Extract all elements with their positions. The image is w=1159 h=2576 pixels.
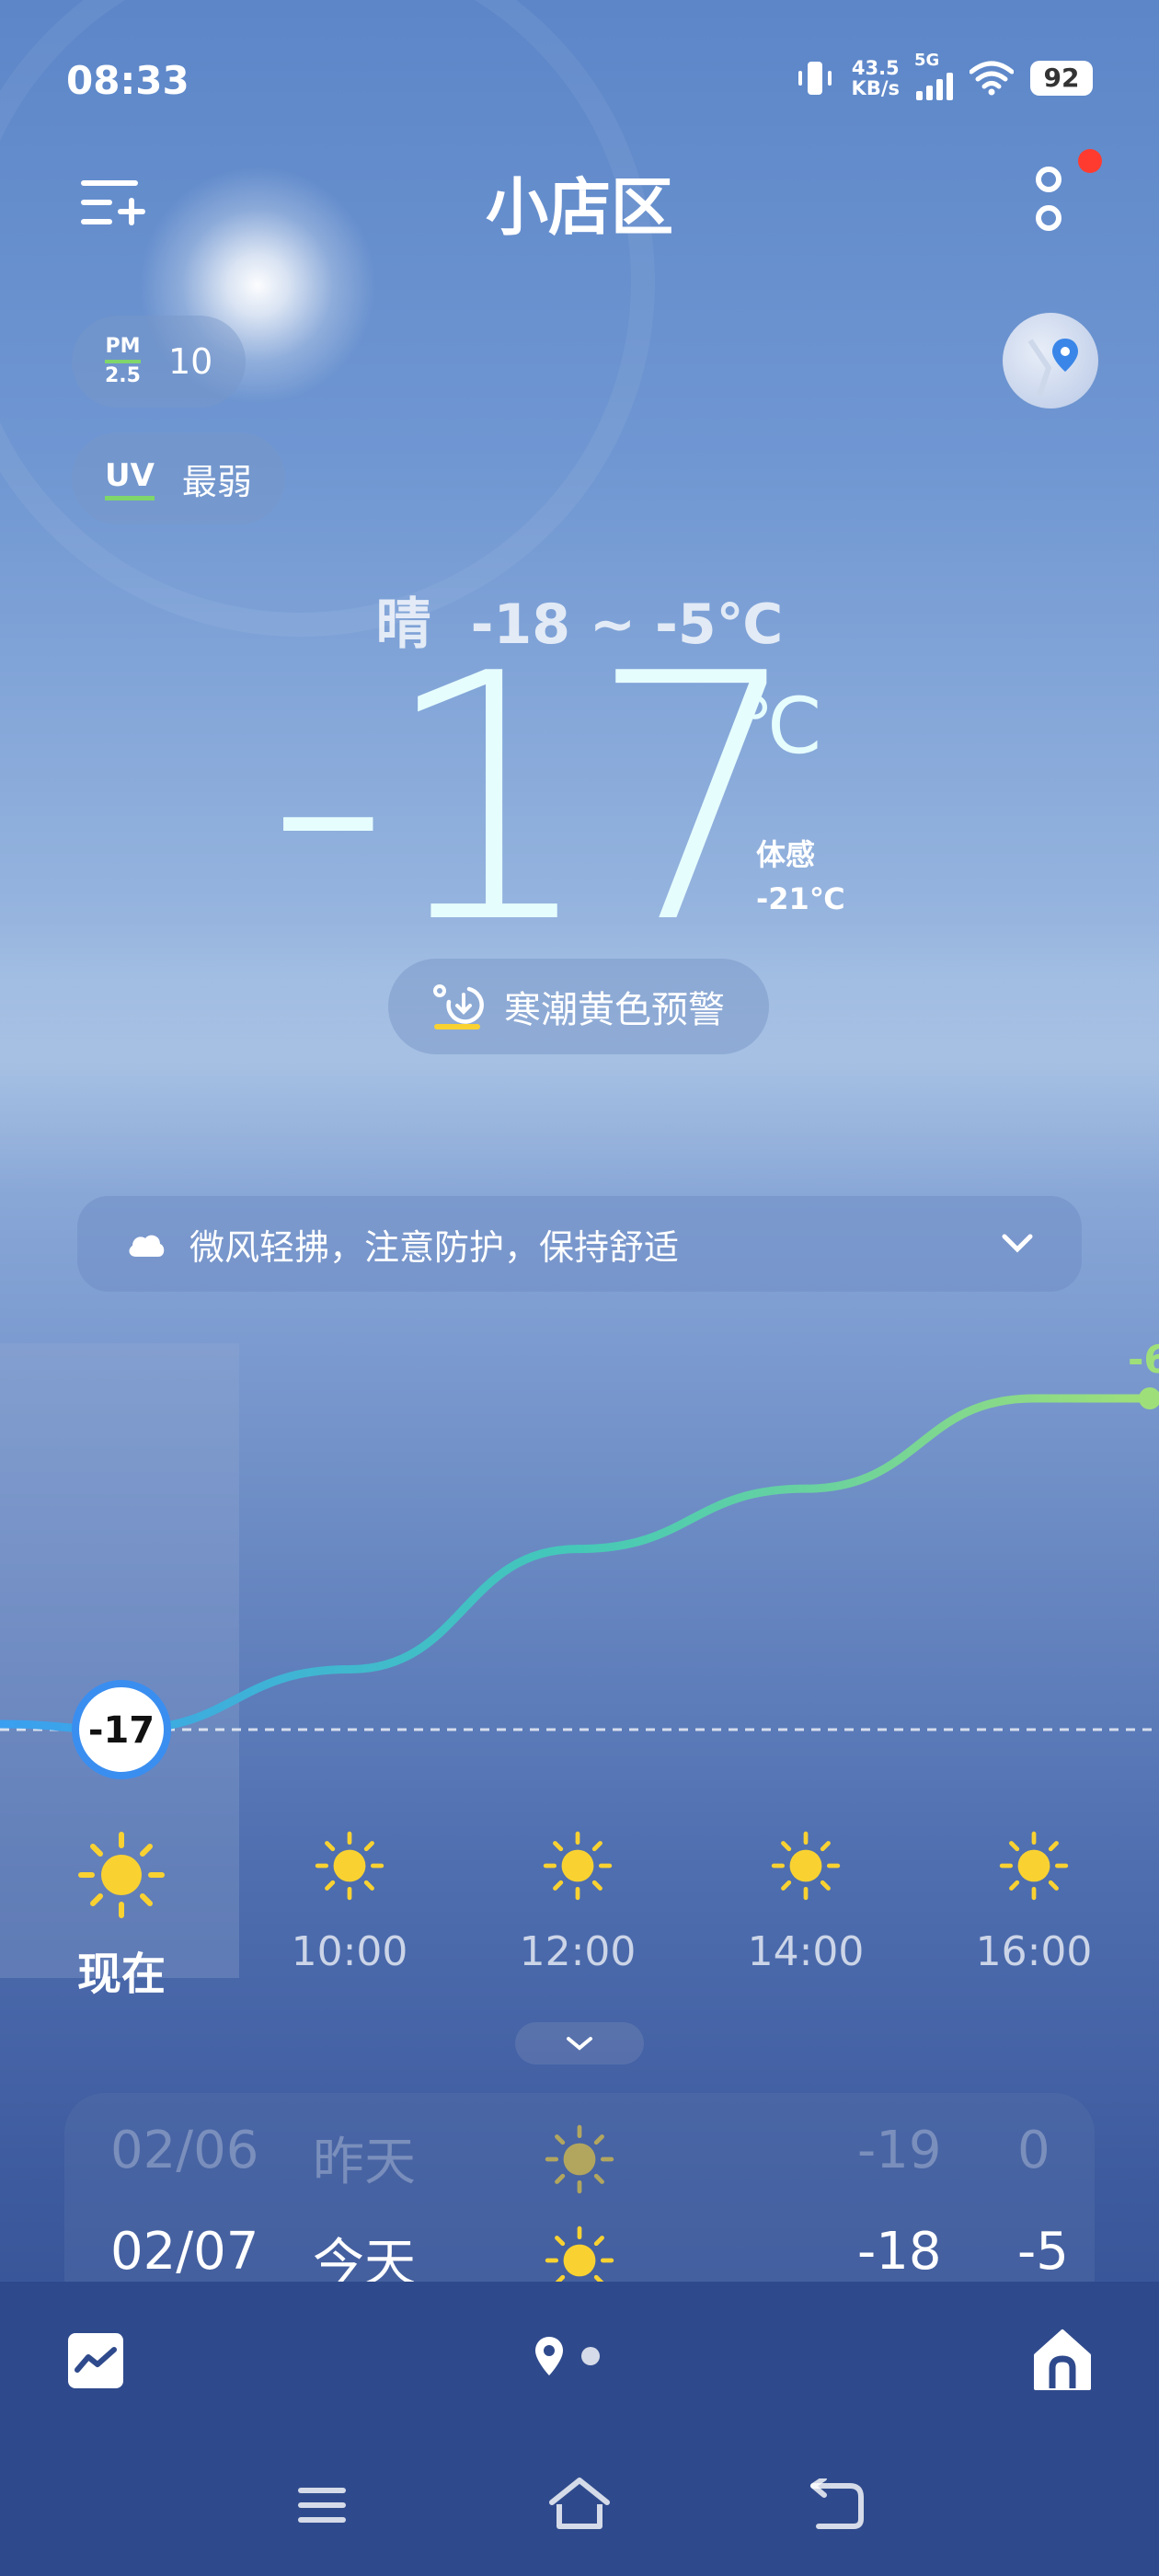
sun-icon [78,1832,165,1918]
tip-text: 微风轻拂，注意防护，保持舒适 [189,1226,680,1268]
hour-item[interactable]: 10:00 [258,1831,442,1975]
nav-back-button[interactable] [809,2476,866,2534]
signal-group: 5G [914,51,953,100]
sun-icon [543,1831,613,1901]
hourly-temp-chart: -17 -6 [0,1343,1159,1779]
trend-chart-icon [68,2333,123,2388]
location-pin-icon [1027,339,1078,397]
vibrate-icon [798,62,832,95]
uv-label: UV [105,457,155,500]
temp-unit: ℃ [736,681,823,771]
daily-high: -5 [1017,2222,1069,2282]
net-speed: 43.5 KB/s [852,58,900,98]
status-bar: 08:33 43.5 KB/s 5G 92 [66,51,1093,106]
pm25-label: PM 2.5 [105,336,141,387]
chart-point-end [1139,1387,1159,1409]
warning-badge[interactable]: 寒潮黄色预警 [388,959,769,1054]
feels-like-value: -21℃ [756,881,845,916]
sun-icon [771,1831,841,1901]
network-type: 5G [914,51,940,70]
edge-temp-label: -6 [1128,1343,1159,1382]
location-pin-icon [535,2337,563,2375]
home-card-button[interactable] [1032,2328,1093,2396]
daily-high: 0 [1017,2121,1050,2180]
trend-button[interactable] [66,2331,125,2394]
daily-low: -18 [857,2222,942,2282]
bottom-toolbar [0,2328,1159,2401]
map-button[interactable] [1003,313,1098,408]
hour-label: 16:00 [975,1928,1093,1975]
hour-label: 现在 [76,1949,166,2000]
cloud-icon [129,1235,165,1257]
daily-icon [545,2225,614,2286]
uv-value: 最弱 [181,461,252,502]
feels-like-label: 体感 [756,837,816,872]
daily-date: 02/07 [110,2222,259,2282]
wifi-icon [970,61,1014,96]
nav-home-button[interactable] [548,2477,611,2536]
hour-item[interactable]: 14:00 [714,1831,898,1975]
back-icon [810,2476,864,2529]
temp-line [0,1394,1154,1734]
daily-low: -19 [857,2121,942,2180]
page-dot [581,2347,600,2365]
battery-indicator: 92 [1030,61,1093,96]
daily-icon [545,2124,614,2207]
daily-row-yesterday[interactable]: 02/06 昨天 -19 0 [64,2102,1095,2203]
hour-label: 14:00 [747,1928,865,1975]
home-icon [1034,2329,1091,2390]
daily-date: 02/06 [110,2121,259,2180]
hour-label: 12:00 [519,1928,637,1975]
expand-forecast-button[interactable] [515,2022,644,2064]
warning-text: 寒潮黄色预警 [504,989,725,1031]
net-speed-unit: KB/s [851,77,900,99]
hour-item[interactable]: 16:00 [942,1831,1126,1975]
cold-wave-icon [433,984,484,1029]
sun-icon [545,2124,614,2194]
pm25-label-top: PM [105,335,141,358]
daily-day: 昨天 [313,2133,416,2192]
system-nav-bar [0,2475,1159,2539]
pm25-label-bottom: 2.5 [105,364,141,387]
sun-icon [315,1831,384,1901]
hour-item-now[interactable]: 现在 [29,1831,213,2002]
sun-icon [545,2225,614,2286]
current-temp-marker-label: -17 [88,1709,155,1752]
daily-day: 今天 [313,2234,416,2286]
city-title: 小店区 [485,172,673,245]
home-outline-icon [549,2478,610,2529]
nav-menu-button[interactable] [294,2482,350,2532]
hour-label: 10:00 [291,1928,408,1975]
hour-item[interactable]: 12:00 [486,1831,670,1975]
pm25-value: 10 [167,341,213,382]
page-indicator [534,2335,600,2377]
more-button[interactable] [1021,161,1076,244]
more-icon [1036,167,1061,231]
net-speed-value: 43.5 [851,57,900,79]
pm25-chip[interactable]: PM 2.5 10 [72,316,247,408]
status-icons: 43.5 KB/s 5G 92 [795,51,1093,100]
daily-forecast-card: 02/06 昨天 -19 0 02/07 今天 -18 -5 [64,2093,1095,2286]
daily-row-today[interactable]: 02/07 今天 -18 -5 [64,2203,1095,2286]
sun-icon [999,1831,1069,1901]
current-temp: -17 [267,603,804,998]
menu-icon [298,2488,346,2523]
status-time: 08:33 [66,58,189,103]
feels-like: 体感 -21℃ [756,833,845,921]
chevron-down-icon [1002,1234,1033,1253]
notification-dot [1078,149,1102,173]
chevron-down-icon [567,2037,592,2051]
weather-tip-bar[interactable]: 微风轻拂，注意防护，保持舒适 [77,1196,1082,1292]
uv-chip[interactable]: UV 最弱 [72,432,285,524]
